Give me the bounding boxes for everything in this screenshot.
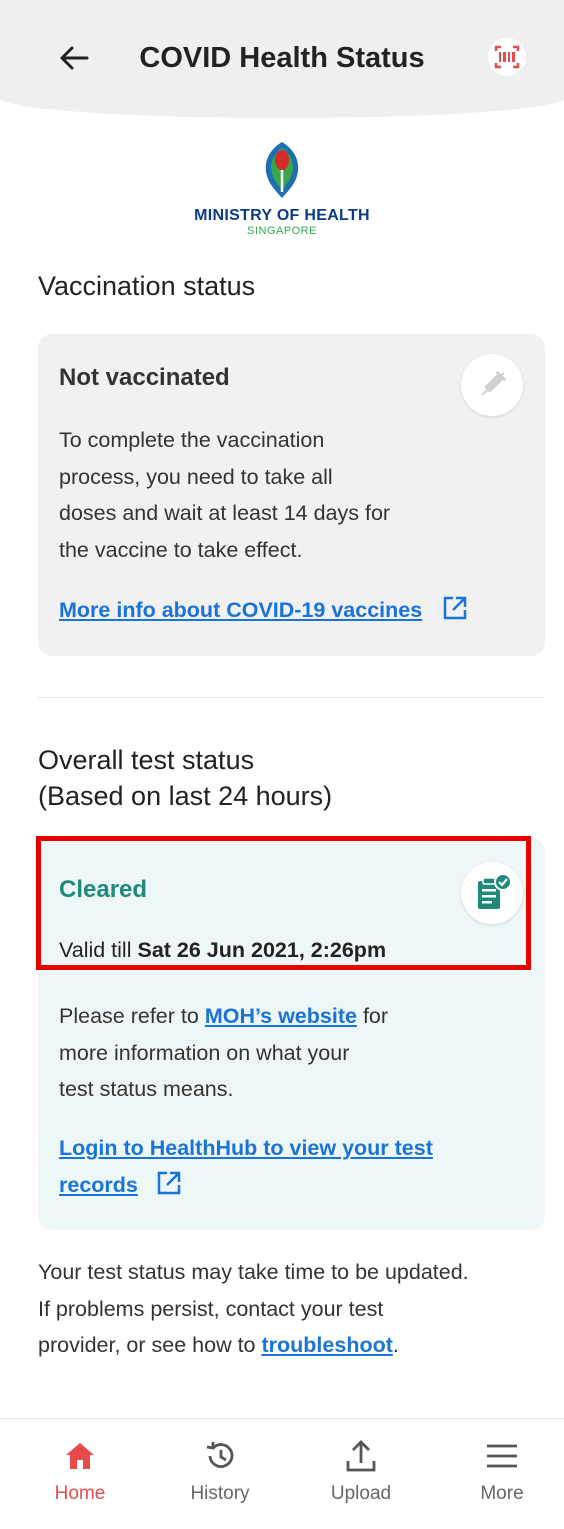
test-heading-line: (Based on last 24 hours) (38, 781, 333, 811)
upload-icon (346, 1440, 376, 1472)
description-line: process, you need to take all (59, 464, 333, 489)
vaccine-info-link[interactable]: More info about COVID-19 vaccines (59, 598, 422, 622)
footnote-suffix: . (392, 1333, 399, 1357)
menu-icon (487, 1444, 517, 1468)
footnote-prefix: provider, or see how to (38, 1333, 256, 1357)
footnote-line: Your test status may take time to be upd… (38, 1260, 469, 1284)
home-icon (66, 1443, 94, 1469)
nav-home-label: Home (54, 1483, 106, 1504)
highlight-box (36, 836, 531, 970)
test-heading: Overall test status (Based on last 24 ho… (38, 742, 332, 814)
refer-prefix: Please refer to (59, 1004, 199, 1028)
vaccine-info-link-row: More info about COVID-19 vaccines (59, 592, 468, 629)
nav-history-label: History (190, 1483, 250, 1504)
footnote-line: provider, or see how to troubleshoot. (38, 1327, 548, 1364)
history-icon (206, 1442, 234, 1468)
qr-scan-icon (488, 38, 526, 76)
nav-more-label: More (480, 1483, 524, 1504)
nav-more[interactable]: More (452, 1437, 552, 1505)
section-divider (38, 697, 545, 698)
healthhub-link-cont[interactable]: records (59, 1173, 138, 1197)
moh-website-link[interactable]: MOH’s website (205, 1004, 357, 1028)
app-header: COVID Health Status (0, 0, 564, 118)
test-info-line: more information on what your (59, 1040, 350, 1065)
logo-subtitle: SINGAPORE (247, 225, 317, 237)
nav-upload-label: Upload (330, 1483, 392, 1504)
test-info-line: Please refer to MOH’s website for (59, 998, 388, 1035)
footnote-line: If problems persist, contact your test (38, 1296, 384, 1321)
moh-logo: MINISTRY OF HEALTH SINGAPORE (182, 140, 382, 246)
syringe-icon (481, 370, 507, 396)
healthhub-link[interactable]: Login to HealthHub to view your test (59, 1130, 433, 1167)
syringe-badge (461, 354, 523, 416)
moh-emblem-icon (265, 142, 299, 198)
logo-name: MINISTRY OF HEALTH (194, 207, 370, 224)
test-heading-line: Overall test status (38, 745, 255, 775)
vaccination-status: Not vaccinated (59, 364, 230, 391)
nav-upload[interactable]: Upload (311, 1437, 411, 1505)
external-link-icon[interactable] (156, 1170, 182, 1196)
refer-suffix: for (362, 1004, 389, 1028)
qr-scan-button[interactable] (484, 34, 530, 80)
vaccination-card: Not vaccinated To complete the vaccinati… (38, 334, 545, 656)
external-link-icon[interactable] (442, 595, 468, 621)
description-line: doses and wait at least 14 days for (59, 501, 391, 525)
footnote: Your test status may take time to be upd… (38, 1254, 548, 1364)
healthhub-link-row: Login to HealthHub to view your test rec… (59, 1130, 433, 1203)
description-line: the vaccine to take effect. (59, 537, 303, 562)
nav-home[interactable]: Home (30, 1437, 130, 1505)
troubleshoot-link[interactable]: troubleshoot (262, 1333, 393, 1357)
vaccination-heading: Vaccination status (38, 271, 256, 301)
nav-history[interactable]: History (170, 1437, 270, 1505)
description-line: To complete the vaccination (59, 428, 325, 452)
test-info-line: test status means. (59, 1077, 234, 1101)
bottom-nav: Home History Upload More (0, 1418, 564, 1529)
test-info-text: Please refer to MOH’s website for more i… (59, 998, 388, 1108)
vaccination-description: To complete the vaccination process, you… (59, 422, 390, 568)
page-title: COVID Health Status (139, 42, 425, 74)
